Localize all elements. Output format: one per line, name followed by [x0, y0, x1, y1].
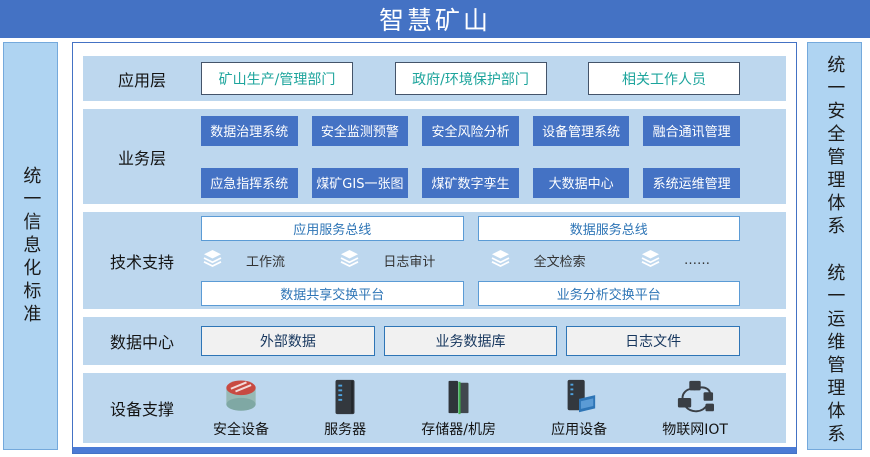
- business-buttons: 数据治理系统 安全监测预警 安全风险分析 设备管理系统 融合通讯管理 应急指挥系…: [201, 116, 740, 198]
- biz-digital-twin: 煤矿数字孪生: [422, 168, 519, 198]
- tech-biz-analysis-platform: 业务分析交换平台: [478, 281, 741, 306]
- layer-device-support: 设备支撑 安全设备: [83, 373, 786, 443]
- biz-big-data-center: 大数据中心: [533, 168, 630, 198]
- layers-stack-icon: [203, 250, 222, 271]
- tech-app-service-bus: 应用服务总线: [201, 216, 464, 241]
- tech-item-ellipsis: ……: [641, 250, 710, 271]
- device-label: 应用设备: [551, 419, 607, 439]
- biz-risk-analysis: 安全风险分析: [422, 116, 519, 146]
- app-device-icon: [560, 378, 598, 416]
- tech-item-label: ……: [684, 253, 710, 268]
- iot-network-icon: [674, 378, 716, 416]
- layer-data-label: 数据中心: [83, 329, 201, 353]
- server-icon: [326, 378, 364, 416]
- right-pillar-management-systems: 统一安全管理体系 统一运维管理体系: [807, 42, 862, 450]
- tech-item-label: 全文检索: [534, 251, 586, 270]
- biz-data-governance: 数据治理系统: [201, 116, 298, 146]
- tech-item-label: 工作流: [246, 251, 285, 270]
- layers-stack-icon: [340, 250, 359, 271]
- data-box-business-db: 业务数据库: [384, 326, 558, 356]
- container-bottom-accent-bar: [73, 447, 796, 453]
- tech-data-service-bus: 数据服务总线: [478, 216, 741, 241]
- layer-application-label: 应用层: [83, 67, 201, 91]
- security-device-icon: [219, 378, 263, 416]
- right-pillar-ops-label: 统一运维管理体系: [825, 263, 845, 447]
- layers-stack-icon: [491, 250, 510, 271]
- tech-item-label: 日志审计: [383, 251, 435, 270]
- storage-room-icon-item: 存储器/机房: [421, 378, 496, 439]
- layer-business: 业务层 数据治理系统 安全监测预警 安全风险分析 设备管理系统 融合通讯管理 应…: [83, 109, 786, 204]
- tech-data-share-platform: 数据共享交换平台: [201, 281, 464, 306]
- data-box-log-files: 日志文件: [566, 326, 740, 356]
- biz-equipment-mgmt: 设备管理系统: [533, 116, 630, 146]
- device-item-server: 服务器: [324, 378, 366, 439]
- app-box-government-env: 政府/环境保护部门: [395, 62, 547, 95]
- tech-item-log-audit: 日志审计: [340, 250, 435, 271]
- device-item-iot: 物联网IOT: [662, 378, 728, 439]
- page-title: 智慧矿山: [379, 1, 491, 37]
- biz-comm-mgmt: 融合通讯管理: [643, 116, 740, 146]
- biz-gis-one-map: 煤矿GIS一张图: [312, 168, 409, 198]
- layer-tech-support: 技术支持 应用服务总线 数据服务总线 工作流: [83, 212, 786, 309]
- right-pillar-security-label: 统一安全管理体系: [825, 55, 845, 239]
- smart-mine-architecture-diagram: 智慧矿山 统一信息化标准 应用层 矿山生产/管理部门 政府/环境保护部门 相关工…: [0, 0, 870, 457]
- device-items: 安全设备 服务器: [201, 378, 740, 439]
- architecture-container: 应用层 矿山生产/管理部门 政府/环境保护部门 相关工作人员 业务层 数据治理系…: [72, 42, 797, 454]
- tech-middleware-row: 工作流 日志审计 全文检索: [201, 250, 740, 272]
- application-boxes: 矿山生产/管理部门 政府/环境保护部门 相关工作人员: [201, 62, 740, 95]
- device-item-application: 应用设备: [551, 378, 607, 439]
- device-label: 物联网IOT: [662, 419, 728, 439]
- left-pillar-label: 统一信息化标准: [21, 166, 41, 327]
- device-item-security: 安全设备: [213, 378, 269, 439]
- layer-device-label: 设备支撑: [83, 396, 201, 420]
- app-box-related-staff: 相关工作人员: [588, 62, 740, 95]
- left-pillar-information-standard: 统一信息化标准: [3, 42, 58, 450]
- tech-item-fulltext-search: 全文检索: [491, 250, 586, 271]
- layer-business-label: 业务层: [83, 145, 201, 169]
- biz-safety-monitoring: 安全监测预警: [312, 116, 409, 146]
- biz-ops-mgmt: 系统运维管理: [643, 168, 740, 198]
- tech-item-workflow: 工作流: [203, 250, 285, 271]
- layer-data-center: 数据中心 外部数据 业务数据库 日志文件: [83, 317, 786, 365]
- layer-application: 应用层 矿山生产/管理部门 政府/环境保护部门 相关工作人员: [83, 56, 786, 101]
- device-label: 服务器: [324, 419, 366, 439]
- data-center-boxes: 外部数据 业务数据库 日志文件: [201, 326, 740, 356]
- layers-stack-icon: [641, 250, 660, 271]
- data-box-external-data: 外部数据: [201, 326, 375, 356]
- storage-room-icon: [440, 378, 478, 416]
- tech-content: 应用服务总线 数据服务总线 工作流 日志审计: [201, 216, 740, 306]
- tech-bus-row: 应用服务总线 数据服务总线: [201, 216, 740, 241]
- title-banner: 智慧矿山: [0, 0, 870, 38]
- biz-emergency-command: 应急指挥系统: [201, 168, 298, 198]
- device-label: 安全设备: [213, 419, 269, 439]
- app-box-mine-production: 矿山生产/管理部门: [201, 62, 353, 95]
- tech-platform-row: 数据共享交换平台 业务分析交换平台: [201, 281, 740, 306]
- device-label: 存储器/机房: [421, 419, 496, 439]
- layer-tech-label: 技术支持: [83, 249, 201, 273]
